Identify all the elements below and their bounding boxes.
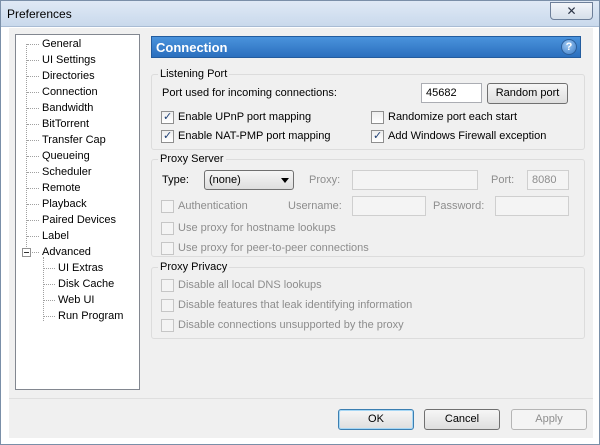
group-title-proxy-privacy: Proxy Privacy	[158, 261, 230, 273]
preferences-window: Preferences ✕ General UI Settings Direct…	[0, 0, 600, 445]
upnp-label: Enable UPnP port mapping	[178, 111, 312, 123]
sidebar-item-paired-devices[interactable]: Paired Devices	[40, 213, 118, 228]
sidebar-item-label[interactable]: Label	[40, 229, 71, 244]
section-title: Connection	[156, 40, 228, 55]
port-label: Port used for incoming connections:	[162, 87, 337, 99]
sidebar-item-scheduler[interactable]: Scheduler	[40, 165, 94, 180]
apply-button[interactable]: Apply	[511, 409, 587, 430]
sidebar-item-ui-settings[interactable]: UI Settings	[40, 53, 98, 68]
username-input[interactable]	[352, 196, 426, 216]
randomize-port-checkbox[interactable]	[371, 111, 384, 124]
chevron-down-icon	[281, 178, 289, 183]
help-icon[interactable]: ?	[561, 39, 577, 55]
cancel-button[interactable]: Cancel	[424, 409, 500, 430]
disable-unsupported-checkbox[interactable]	[161, 319, 174, 332]
close-icon: ✕	[566, 4, 577, 18]
group-title-listening-port: Listening Port	[158, 68, 230, 80]
nat-pmp-label: Enable NAT-PMP port mapping	[178, 130, 331, 142]
dialog-client: General UI Settings Directories Connecti…	[9, 28, 593, 438]
sidebar-item-disk-cache[interactable]: Disk Cache	[56, 277, 116, 292]
hostname-lookup-checkbox[interactable]	[161, 222, 174, 235]
disable-dns-checkbox[interactable]	[161, 279, 174, 292]
disable-dns-label: Disable all local DNS lookups	[178, 279, 322, 291]
listening-port-input[interactable]: 45682	[421, 83, 482, 103]
proxy-host-input[interactable]	[352, 170, 478, 190]
p2p-proxy-label: Use proxy for peer-to-peer connections	[178, 242, 369, 254]
proxy-host-label: Proxy:	[309, 174, 341, 186]
sidebar-item-advanced[interactable]: Advanced	[40, 245, 93, 260]
nat-pmp-checkbox[interactable]	[161, 129, 174, 143]
sidebar-item-transfer-cap[interactable]: Transfer Cap	[40, 133, 108, 148]
upnp-checkbox[interactable]	[161, 110, 174, 124]
sidebar-item-ui-extras[interactable]: UI Extras	[56, 261, 105, 276]
sidebar-item-run-program[interactable]: Run Program	[56, 309, 125, 324]
firewall-exception-checkbox[interactable]	[371, 129, 384, 143]
dialog-footer: OK Cancel Apply	[9, 398, 593, 438]
sidebar-item-playback[interactable]: Playback	[40, 197, 89, 212]
sidebar-item-directories[interactable]: Directories	[40, 69, 97, 84]
ok-button[interactable]: OK	[338, 409, 414, 430]
p2p-proxy-checkbox[interactable]	[161, 242, 174, 255]
authentication-checkbox[interactable]	[161, 200, 174, 213]
proxy-type-label: Type:	[162, 174, 189, 186]
proxy-server-group: Proxy Server Type: (none) Proxy: Port: 8…	[151, 153, 585, 257]
collapse-icon[interactable]	[22, 248, 31, 257]
firewall-exception-label: Add Windows Firewall exception	[388, 130, 547, 142]
sidebar-item-connection[interactable]: Connection	[40, 85, 100, 100]
close-button[interactable]: ✕	[550, 2, 593, 20]
sidebar-item-bittorrent[interactable]: BitTorrent	[40, 117, 91, 132]
sidebar-item-queueing[interactable]: Queueing	[40, 149, 92, 164]
listening-port-group: Listening Port Port used for incoming co…	[151, 68, 585, 150]
sidebar-item-web-ui[interactable]: Web UI	[56, 293, 96, 308]
proxy-type-select[interactable]: (none)	[204, 170, 294, 190]
username-label: Username:	[288, 200, 342, 212]
proxy-port-input[interactable]: 8080	[527, 170, 569, 190]
tree-line	[43, 257, 44, 321]
disable-unsupported-label: Disable connections unsupported by the p…	[178, 319, 404, 331]
random-port-button[interactable]: Random port	[487, 83, 568, 104]
proxy-privacy-group: Proxy Privacy Disable all local DNS look…	[151, 261, 585, 339]
hostname-lookup-label: Use proxy for hostname lookups	[178, 222, 336, 234]
randomize-port-label: Randomize port each start	[388, 111, 518, 123]
sidebar-item-remote[interactable]: Remote	[40, 181, 83, 196]
window-title: Preferences	[7, 7, 72, 21]
disable-leak-label: Disable features that leak identifying i…	[178, 299, 413, 311]
section-header: Connection ?	[151, 36, 581, 58]
sidebar-item-bandwidth[interactable]: Bandwidth	[40, 101, 95, 116]
password-label: Password:	[433, 200, 485, 212]
proxy-port-label: Port:	[491, 174, 515, 186]
category-tree[interactable]: General UI Settings Directories Connecti…	[15, 34, 140, 390]
proxy-type-value: (none)	[209, 174, 241, 186]
title-bar[interactable]: Preferences ✕	[1, 1, 599, 27]
password-input[interactable]	[495, 196, 569, 216]
sidebar-item-general[interactable]: General	[40, 37, 83, 52]
group-title-proxy-server: Proxy Server	[158, 153, 226, 165]
authentication-label: Authentication	[178, 200, 248, 212]
disable-leak-checkbox[interactable]	[161, 299, 174, 312]
